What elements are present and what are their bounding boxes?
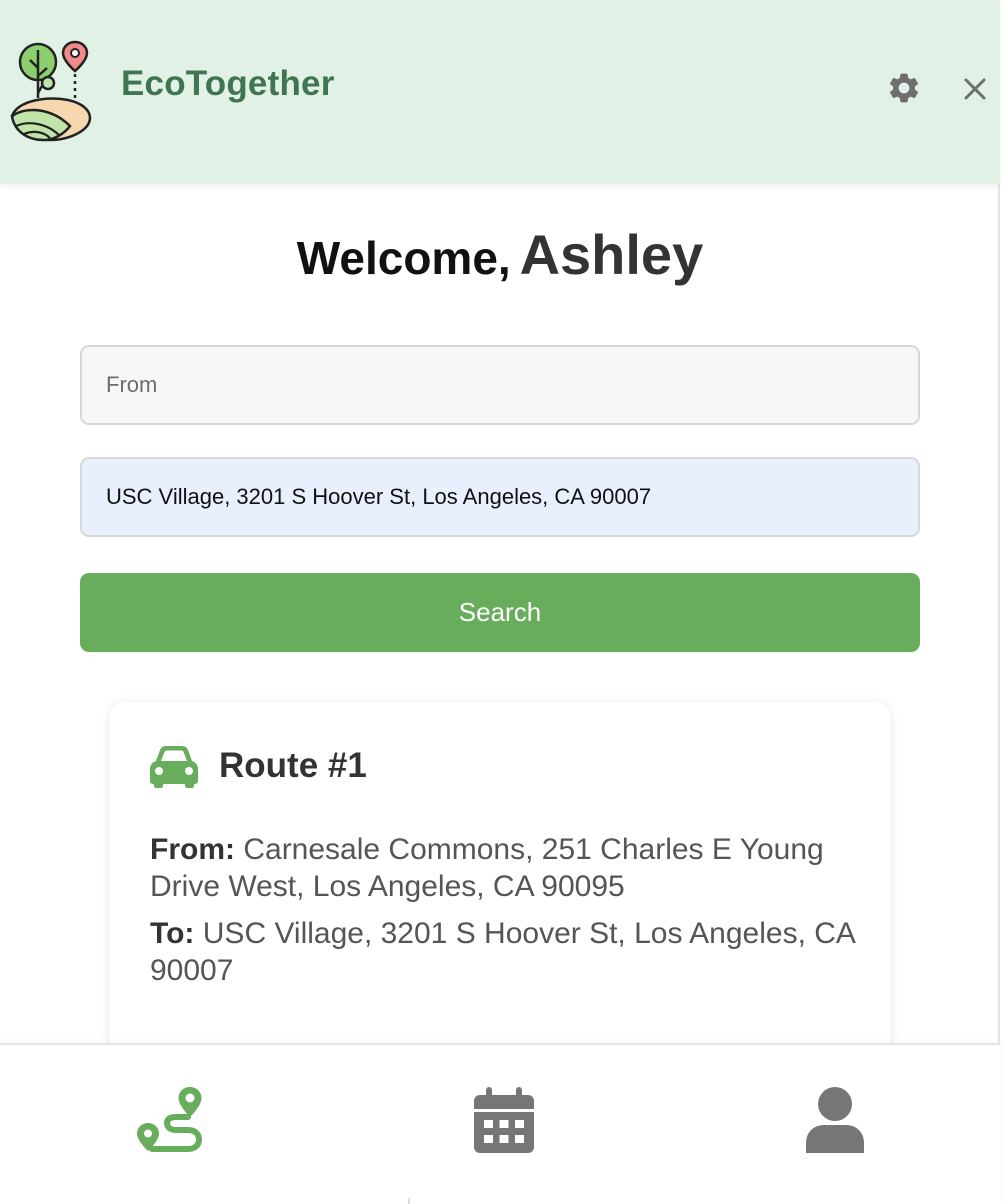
app-window: EcoTogether Welcome, Ashley Search Route… [0, 0, 1000, 1204]
car-icon [150, 746, 198, 788]
welcome-greeting: Welcome, [296, 232, 511, 284]
calendar-icon[interactable] [474, 1087, 534, 1153]
route-title: Route #1 [219, 746, 367, 785]
nav-divider [408, 1198, 410, 1204]
search-button[interactable]: Search [80, 573, 920, 652]
route-to-value: USC Village, 3201 S Hoover St, Los Angel… [150, 917, 855, 987]
leaf-tree-map-pin-logo [10, 40, 92, 142]
gear-icon[interactable] [886, 70, 922, 106]
user-name: Ashley [519, 223, 704, 286]
route-icon[interactable] [136, 1087, 204, 1153]
bottom-nav [0, 1043, 1000, 1204]
route-card[interactable]: Route #1 From: Carnesale Commons, 251 Ch… [110, 702, 890, 1062]
route-from-label: From: [150, 833, 235, 866]
app-name: EcoTogether [121, 64, 335, 103]
from-input[interactable] [80, 345, 920, 425]
welcome-heading: Welcome, Ashley [0, 222, 1000, 287]
route-from: From: Carnesale Commons, 251 Charles E Y… [150, 831, 870, 905]
close-icon[interactable] [960, 74, 990, 104]
route-to-label: To: [150, 917, 195, 950]
to-input[interactable] [80, 457, 920, 537]
route-from-value: Carnesale Commons, 251 Charles E Young D… [150, 833, 824, 903]
app-header: EcoTogether [0, 0, 1000, 184]
route-to: To: USC Village, 3201 S Hoover St, Los A… [150, 915, 870, 989]
user-icon[interactable] [806, 1087, 864, 1153]
